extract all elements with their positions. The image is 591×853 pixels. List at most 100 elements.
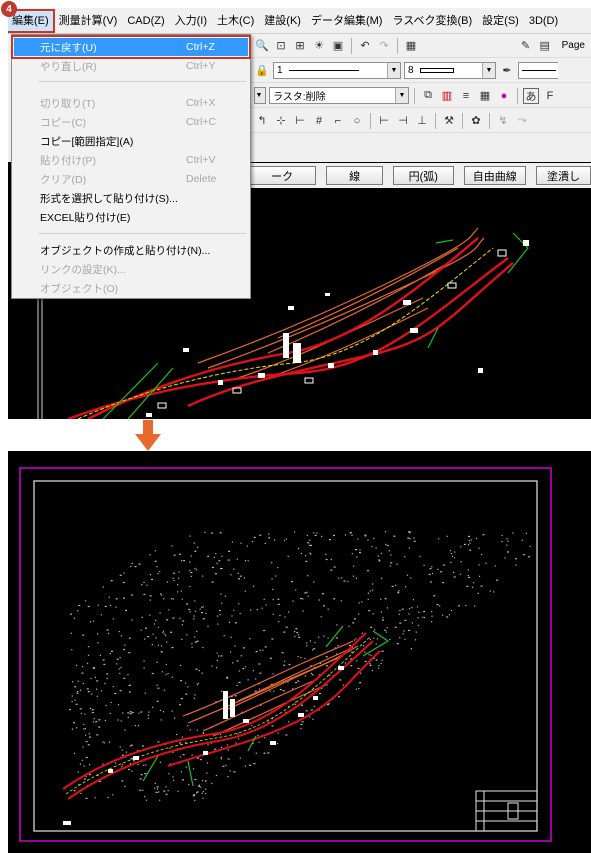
arrow-tool-icon[interactable]: ⤳	[514, 113, 530, 129]
menu-item-paste-special[interactable]: 形式を選択して貼り付け(S)...	[14, 189, 248, 207]
map-dot	[106, 629, 109, 631]
snap-point-icon[interactable]: ↰	[254, 113, 270, 129]
menu-data-edit[interactable]: データ編集(M)	[307, 11, 387, 31]
raster-combo[interactable]: ラスタ:削除 ▼	[269, 87, 409, 104]
map-dot	[271, 638, 274, 640]
menu-input[interactable]: 入力(I)	[171, 11, 211, 31]
map-dot	[149, 554, 151, 556]
measure-icon[interactable]: ⊢	[376, 113, 392, 129]
lock-icon[interactable]: 🔒	[254, 63, 270, 79]
map-dot	[145, 764, 147, 766]
menu-item-copy[interactable]: コピー(C) Ctrl+C	[14, 113, 248, 131]
pen-icon[interactable]: ✎	[518, 38, 534, 54]
menu-settings[interactable]: 設定(S)	[478, 11, 523, 31]
menu-3d[interactable]: 3D(D)	[525, 11, 562, 31]
color-combo[interactable]	[518, 62, 558, 79]
zoom-area-icon[interactable]: ▣	[330, 38, 346, 54]
menu-raster-vector[interactable]: ラスベク変換(B)	[388, 11, 476, 31]
tool-icon[interactable]: ⚒	[441, 113, 457, 129]
map-dot	[294, 635, 296, 638]
mark-button[interactable]: ーク	[248, 166, 317, 185]
map-dot	[220, 756, 222, 759]
font-icon[interactable]: F	[542, 88, 558, 104]
fill-button[interactable]: 塗潰し	[536, 166, 591, 185]
map-dot	[151, 644, 153, 646]
layer-icon[interactable]: ▦	[403, 38, 419, 54]
text-icon[interactable]: あ	[523, 87, 539, 104]
menu-cad[interactable]: CAD(Z)	[123, 11, 168, 31]
after-screenshot	[8, 451, 591, 853]
menu-item-undo[interactable]: 元に戻す(U) Ctrl+Z	[11, 35, 251, 59]
color-bars-icon[interactable]: ▥	[439, 88, 455, 104]
map-dot	[454, 551, 456, 553]
zoom-fit-icon[interactable]: ⊞	[292, 38, 308, 54]
undo-icon[interactable]: ↶	[357, 38, 373, 54]
map-dot	[253, 585, 255, 587]
menu-item-cut[interactable]: 切り取り(T) Ctrl+X	[14, 94, 248, 112]
zoom-icon[interactable]: 🔍	[254, 38, 270, 54]
map-dot	[177, 790, 179, 792]
map-dot	[350, 665, 353, 667]
menu-item-redo[interactable]: やり直し(R) Ctrl+Y	[14, 57, 248, 75]
map-dot	[127, 674, 129, 676]
menu-survey-calc[interactable]: 測量計算(V)	[55, 11, 122, 31]
menu-construction[interactable]: 建設(K)	[260, 11, 305, 31]
menu-item-link-settings[interactable]: リンクの設定(K)...	[14, 260, 248, 278]
snap-circle-icon[interactable]: ○	[349, 113, 365, 129]
map-dot	[234, 645, 236, 647]
map-dot	[151, 672, 154, 675]
brush-icon[interactable]: ↯	[495, 113, 511, 129]
menu-item-copy-range[interactable]: コピー[範囲指定](A)	[14, 132, 248, 150]
snap-near-icon[interactable]: ⌐	[330, 113, 346, 129]
light-icon[interactable]: ☀	[311, 38, 327, 54]
book-icon[interactable]: ▤	[537, 38, 553, 54]
menu-item-object[interactable]: オブジェクト(O)	[14, 279, 248, 297]
map-dot	[306, 645, 308, 647]
map-dot	[269, 690, 271, 692]
menu-civil[interactable]: 土木(C)	[213, 11, 258, 31]
page-label[interactable]: Page	[556, 40, 591, 51]
line-style-combo[interactable]: 1 ▼	[273, 62, 401, 79]
map-dot	[139, 778, 142, 780]
map-dot	[359, 682, 362, 684]
menu-item-excel-paste[interactable]: EXCEL貼り付け(E)	[14, 208, 248, 226]
map-dot	[184, 682, 187, 684]
map-dot	[358, 613, 360, 615]
map-dot	[142, 789, 144, 791]
map-dot	[160, 719, 162, 721]
map-dot	[131, 562, 133, 564]
drawing-canvas-after[interactable]	[8, 451, 591, 853]
map-dot	[109, 652, 111, 655]
circle-arc-button[interactable]: 円(弧)	[392, 166, 454, 185]
freehand-curve-button[interactable]: 自由曲線	[463, 166, 527, 185]
map-dot	[312, 649, 314, 651]
line-width-value-2: 8	[408, 65, 414, 76]
redo-icon[interactable]: ↷	[376, 38, 392, 54]
map-dot	[309, 544, 311, 547]
zoom-window-icon[interactable]: ⊡	[273, 38, 289, 54]
menu-item-clear[interactable]: クリア(D) Delete	[14, 170, 248, 188]
map-dot	[277, 566, 279, 569]
snap-mid-icon[interactable]: ⊢	[292, 113, 308, 129]
list-icon[interactable]: ≡	[458, 88, 474, 104]
map-dot	[407, 537, 410, 539]
palette-icon[interactable]: ●	[496, 88, 512, 104]
line-button[interactable]: 線	[326, 166, 383, 185]
grid-icon[interactable]: ▦	[477, 88, 493, 104]
map-dot	[353, 565, 355, 567]
menu-item-paste[interactable]: 貼り付け(P) Ctrl+V	[14, 151, 248, 169]
menu-item-insert-object[interactable]: オブジェクトの作成と貼り付け(N)...	[14, 241, 248, 259]
measure-3-icon[interactable]: ⊥	[414, 113, 430, 129]
map-dot	[129, 713, 132, 715]
snap-end-icon[interactable]: ⊹	[273, 113, 289, 129]
map-dot	[291, 581, 293, 583]
map-dot	[382, 650, 384, 652]
frame-icon[interactable]: ⧉	[420, 88, 436, 104]
line-width-combo[interactable]: 8 ▼	[404, 62, 496, 79]
map-dot	[353, 639, 356, 641]
snap-cross-icon[interactable]: #	[311, 113, 327, 129]
measure-2-icon[interactable]: ⊣	[395, 113, 411, 129]
eyedropper-icon[interactable]: ✒	[499, 63, 515, 79]
stamp-icon[interactable]: ✿	[468, 113, 484, 129]
layer-combo[interactable]: ▼	[254, 87, 266, 104]
